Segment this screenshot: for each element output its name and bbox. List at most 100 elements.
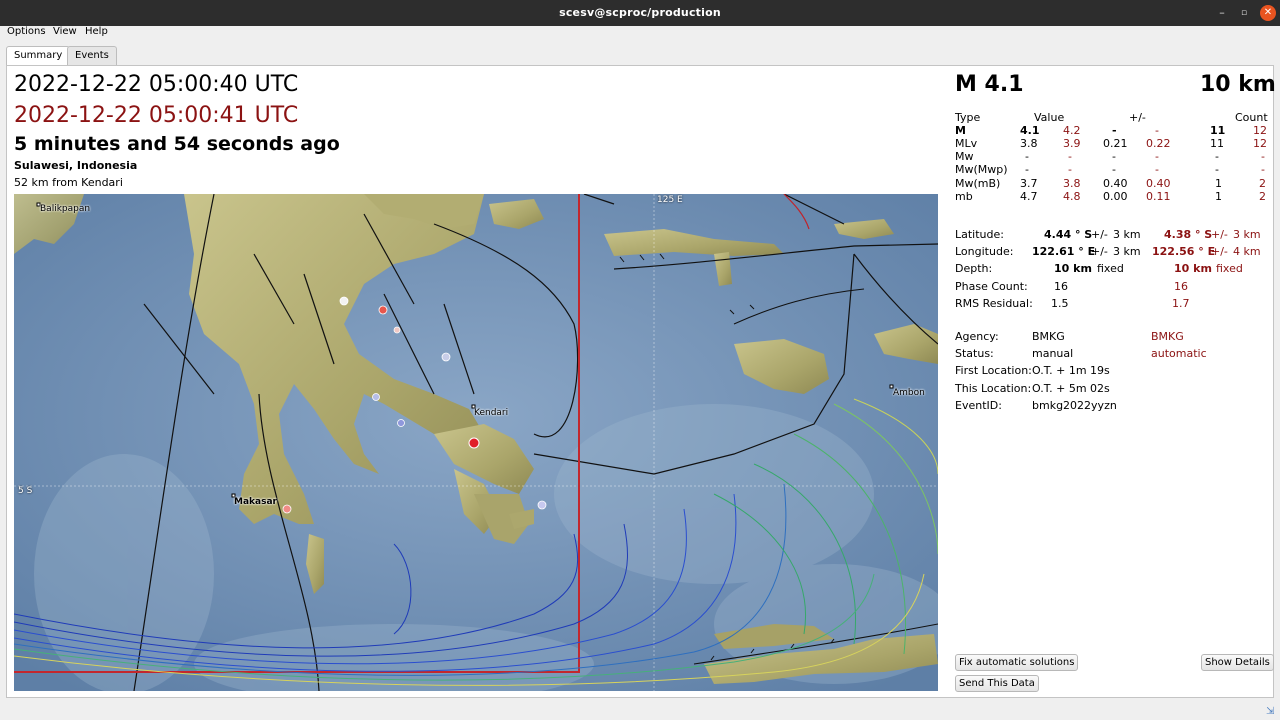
- mag-header-value: Value: [1034, 111, 1065, 124]
- map-label-balikpapan: Balikpapan: [40, 204, 91, 214]
- latitude-error-auto: 3 km: [1233, 228, 1261, 241]
- longitude-pm: +/-: [1091, 245, 1108, 258]
- status-value-auto: automatic: [1151, 347, 1207, 360]
- close-button[interactable]: ✕: [1260, 5, 1276, 21]
- phase-count-value: 16: [1054, 280, 1068, 293]
- mag-row-error-auto: -: [1155, 150, 1159, 163]
- mag-row-type: MLv: [955, 137, 978, 150]
- mag-row-count-auto: 12: [1253, 137, 1267, 150]
- mag-row-error-auto: -: [1155, 163, 1159, 176]
- mag-header-error: +/-: [1129, 111, 1146, 124]
- mag-row-value: 4.1: [1020, 124, 1040, 137]
- latitude-pm-auto: +/-: [1211, 228, 1228, 241]
- map-label-kendari: Kendari: [474, 408, 509, 418]
- region-name: Sulawesi, Indonesia: [14, 159, 138, 172]
- mag-row-count-auto: 2: [1259, 190, 1266, 203]
- mag-row-error: 0.40: [1103, 177, 1128, 190]
- latitude-label: Latitude:: [955, 228, 1004, 241]
- mag-row-error-auto: 0.11: [1146, 190, 1171, 203]
- mag-row-count: 11: [1210, 124, 1226, 137]
- depth-fixed: fixed: [1097, 262, 1124, 275]
- menu-help[interactable]: Help: [85, 26, 108, 37]
- agency-label: Agency:: [955, 330, 999, 343]
- event-map[interactable]: Balikpapan Kendari Makasar Ambon 125 E 5…: [14, 194, 938, 691]
- mag-row-error: -: [1112, 163, 1116, 176]
- mag-row-value-auto: 4.8: [1063, 190, 1081, 203]
- depth-fixed-auto: fixed: [1216, 262, 1243, 275]
- tab-summary[interactable]: Summary: [6, 46, 71, 67]
- rms-residual-value: 1.5: [1051, 297, 1069, 310]
- mag-row-count-auto: -: [1261, 163, 1265, 176]
- nearest-city: 52 km from Kendari: [14, 176, 123, 189]
- mag-row-count-auto: 12: [1253, 124, 1267, 137]
- agency-value-auto: BMKG: [1151, 330, 1184, 343]
- latitude-value: 4.44 ° S: [1044, 228, 1093, 241]
- depth-label: Depth:: [955, 262, 993, 275]
- mag-row-count: 1: [1215, 190, 1222, 203]
- mag-row-error-auto: 0.22: [1146, 137, 1171, 150]
- event-id-value: bmkg2022yyzn: [1032, 399, 1117, 412]
- depth-value-auto: 10 km: [1174, 262, 1212, 275]
- depth-headline: 10 km: [1200, 72, 1276, 97]
- longitude-value-auto: 122.56 ° E: [1152, 245, 1216, 258]
- origin-time: 2022-12-22 05:00:40 UTC: [14, 72, 299, 97]
- map-label-makasar: Makasar: [234, 497, 277, 507]
- latitude-pm: +/-: [1091, 228, 1108, 241]
- mag-header-count: Count: [1235, 111, 1268, 124]
- time-ago: 5 minutes and 54 seconds ago: [14, 133, 340, 155]
- map-label-ambon: Ambon: [893, 388, 925, 398]
- mag-row-count-auto: 2: [1259, 177, 1266, 190]
- tab-events[interactable]: Events: [67, 46, 117, 66]
- mag-row-value-auto: 4.2: [1063, 124, 1081, 137]
- send-this-data-button[interactable]: Send This Data: [955, 675, 1039, 692]
- show-details-button[interactable]: Show Details: [1201, 654, 1274, 671]
- mag-row-type: M: [955, 124, 966, 137]
- mag-row-count-auto: -: [1261, 150, 1265, 163]
- rms-residual-value-auto: 1.7: [1172, 297, 1190, 310]
- longitude-error: 3 km: [1113, 245, 1141, 258]
- latitude-error: 3 km: [1113, 228, 1141, 241]
- status-label: Status:: [955, 347, 994, 360]
- mag-row-error: 0.21: [1103, 137, 1128, 150]
- fix-automatic-solutions-button[interactable]: Fix automatic solutions: [955, 654, 1079, 671]
- longitude-pm-auto: +/-: [1211, 245, 1228, 258]
- mag-row-value: 3.7: [1020, 177, 1038, 190]
- window-title: scesv@scproc/production: [559, 6, 721, 19]
- menu-options[interactable]: Options: [7, 26, 46, 37]
- first-location-label: First Location:: [955, 364, 1032, 377]
- epicenter-marker: [468, 437, 480, 449]
- latitude-value-auto: 4.38 ° S: [1164, 228, 1213, 241]
- agency-value: BMKG: [1032, 330, 1065, 343]
- mag-row-error: -: [1112, 150, 1116, 163]
- mag-header-type: Type: [955, 111, 981, 124]
- window-titlebar: scesv@scproc/production – ▫ ✕: [0, 0, 1280, 26]
- mag-row-value: 4.7: [1020, 190, 1038, 203]
- mag-row-value-auto: -: [1068, 150, 1072, 163]
- mag-row-value: -: [1025, 150, 1029, 163]
- mag-row-count: -: [1215, 163, 1219, 176]
- map-canvas: [14, 194, 938, 691]
- mag-row-error-auto: -: [1155, 124, 1159, 137]
- mag-row-value-auto: 3.8: [1063, 177, 1081, 190]
- this-location-label: This Location:: [955, 382, 1032, 395]
- mag-row-error: 0.00: [1103, 190, 1128, 203]
- map-grid-label-125e: 125 E: [657, 195, 683, 205]
- mag-row-error: -: [1112, 124, 1117, 137]
- phase-count-label: Phase Count:: [955, 280, 1028, 293]
- mag-row-value: -: [1025, 163, 1029, 176]
- mag-row-count: -: [1215, 150, 1219, 163]
- maximize-button[interactable]: ▫: [1236, 5, 1252, 21]
- magnitude-headline: M 4.1: [955, 72, 1024, 97]
- menu-view[interactable]: View: [53, 26, 77, 37]
- resize-grip-icon[interactable]: ⇲: [1266, 706, 1274, 717]
- depth-value: 10 km: [1054, 262, 1092, 275]
- mag-row-count: 1: [1215, 177, 1222, 190]
- mag-row-type: Mw: [955, 150, 974, 163]
- phase-count-value-auto: 16: [1174, 280, 1188, 293]
- longitude-error-auto: 4 km: [1233, 245, 1261, 258]
- menubar: Options View Help: [0, 26, 1280, 40]
- event-id-label: EventID:: [955, 399, 1002, 412]
- map-grid-label-5s: 5 S: [18, 486, 33, 496]
- mag-row-type: mb: [955, 190, 973, 203]
- minimize-button[interactable]: –: [1214, 5, 1230, 21]
